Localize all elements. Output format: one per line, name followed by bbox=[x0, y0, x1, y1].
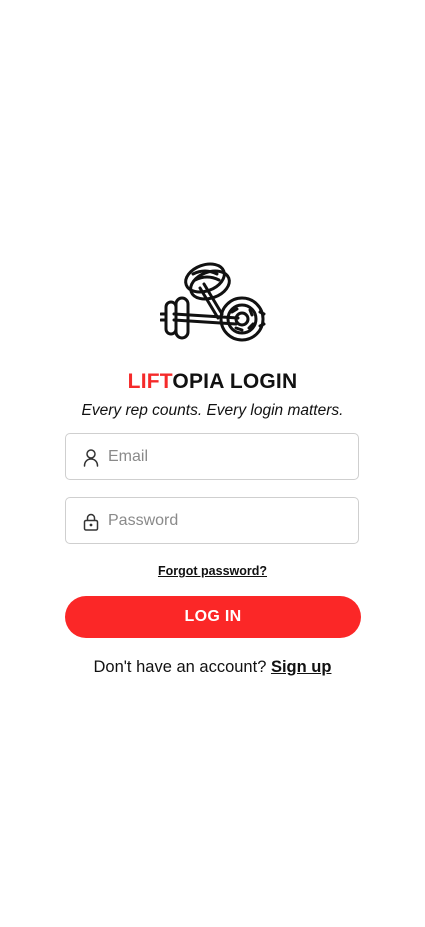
title-rest: OPIA LOGIN bbox=[172, 370, 298, 393]
login-button[interactable]: LOG IN bbox=[65, 596, 361, 638]
email-input[interactable] bbox=[108, 434, 348, 479]
signup-link[interactable]: Sign up bbox=[271, 658, 332, 676]
title-accent: LIFT bbox=[127, 370, 173, 393]
user-icon bbox=[83, 449, 99, 467]
page-title: LIFTOPIA LOGIN bbox=[0, 367, 425, 397]
signup-prompt-text: Don't have an account? bbox=[93, 658, 267, 676]
lock-icon bbox=[83, 513, 99, 531]
dumbbells-icon bbox=[160, 262, 266, 342]
forgot-password-link[interactable]: Forgot password? bbox=[0, 562, 425, 580]
email-field[interactable] bbox=[65, 433, 359, 480]
tagline: Every rep counts. Every login matters. bbox=[81, 402, 344, 419]
password-input[interactable] bbox=[108, 498, 348, 543]
signup-prompt: Don't have an account? Sign up bbox=[0, 655, 425, 679]
password-field[interactable] bbox=[65, 497, 359, 544]
